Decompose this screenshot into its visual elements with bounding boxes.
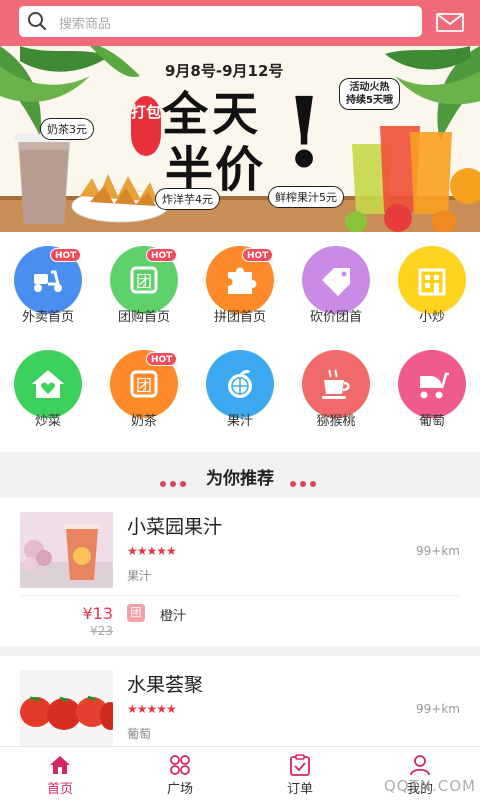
category-label: 砍价团首 — [309, 310, 362, 325]
app-screen: 搜索商品 9月8号-9月12号 全天 半价 ! 打包 活动火热 持续5天哦 奶茶… — [0, 0, 480, 800]
category-label: 奶茶 — [130, 414, 157, 429]
shop-card[interactable]: 小菜园果汁 ★★★★★ 99+km 果汁 ¥13 ¥23 团 橙汁 — [0, 498, 480, 646]
deal-price: ¥13 — [82, 604, 113, 623]
puzzle-icon — [228, 267, 257, 294]
hot-badge: HOT — [242, 248, 274, 262]
tab-orders[interactable]: 订单 — [240, 747, 360, 800]
category-label: 炒菜 — [34, 414, 61, 429]
milk-tea-price-bubble: 奶茶3元 — [40, 118, 94, 140]
cat-circle — [302, 350, 370, 418]
shop-image[interactable] — [20, 512, 113, 588]
category-label: 团购首页 — [117, 310, 170, 325]
svg-text:团: 团 — [136, 376, 152, 395]
mail-icon[interactable] — [436, 13, 464, 32]
svg-text:团: 团 — [136, 272, 152, 291]
hot-badge: HOT — [50, 248, 82, 262]
top-bar: 搜索商品 — [0, 0, 480, 46]
cat-circle — [206, 350, 274, 418]
stroller-icon — [420, 372, 449, 399]
banner-promo-bubble: 活动火热 持续5天哦 — [339, 78, 400, 110]
hot-badge: HOT — [146, 248, 178, 262]
category-grape[interactable]: 葡萄 — [384, 336, 480, 436]
orange-icon — [228, 370, 252, 398]
teacup-icon — [322, 369, 350, 399]
tab-home[interactable]: 首页 — [0, 747, 120, 800]
group-buy-badge: 团 — [127, 604, 145, 622]
building-icon — [418, 268, 446, 296]
group-buy-icon: 团 — [130, 266, 158, 294]
distance: 99+km — [416, 544, 460, 558]
category-label: 外卖首页 — [21, 310, 74, 325]
recommend-section-header: 为你推荐 — [0, 452, 480, 498]
search-icon — [28, 12, 47, 31]
rating-stars: ★★★★★ — [127, 544, 177, 558]
divider — [20, 595, 460, 596]
category-label: 拼团首页 — [213, 310, 266, 325]
tab-square[interactable]: 广场 — [120, 747, 240, 800]
category-stir-fry-small[interactable]: 小炒 — [384, 232, 480, 332]
category-stir-fry[interactable]: 炒菜 — [0, 336, 96, 436]
banner-promo-2: 持续5天哦 — [346, 95, 393, 106]
house-heart-icon — [32, 370, 64, 398]
shop-name[interactable]: 水果荟聚 — [127, 670, 203, 697]
banner-exclaim: ! — [283, 76, 326, 189]
cat-circle — [302, 246, 370, 314]
category-label: 猕猴桃 — [316, 414, 356, 429]
search-bar[interactable]: 搜索商品 — [19, 6, 422, 37]
category-group-buy[interactable]: 团 HOT 团购首页 — [96, 232, 192, 332]
category-grid: HOT 外卖首页 团 HOT 团购首页 HOT 拼团首页 砍价团首 小炒 炒菜 … — [0, 232, 480, 452]
shop-name[interactable]: 小菜园果汁 — [127, 512, 222, 539]
hot-badge: HOT — [146, 352, 178, 366]
category-milk-tea[interactable]: 团 HOT 奶茶 — [96, 336, 192, 436]
group-buy-icon: 团 — [130, 370, 158, 398]
category-bargain[interactable]: 砍价团首 — [288, 232, 384, 332]
order-icon — [290, 754, 310, 776]
shop-category: 葡萄 — [127, 727, 152, 741]
category-label: 果汁 — [226, 414, 253, 429]
section-title: 为你推荐 — [206, 469, 274, 489]
taro-price-bubble: 炸洋芋4元 — [155, 188, 220, 210]
tab-label: 首页 — [46, 782, 73, 797]
cat-circle — [14, 350, 82, 418]
category-group-deal[interactable]: HOT 拼团首页 — [192, 232, 288, 332]
banner-pack-tag: 打包 — [131, 96, 161, 156]
watermark: QQTN.COM — [384, 777, 476, 795]
deal-name[interactable]: 橙汁 — [160, 605, 186, 624]
cat-circle — [398, 246, 466, 314]
user-icon — [410, 755, 430, 776]
cat-circle — [398, 350, 466, 418]
category-juice[interactable]: 果汁 — [192, 336, 288, 436]
distance: 99+km — [416, 702, 460, 716]
tab-label: 广场 — [166, 782, 193, 797]
category-kiwi[interactable]: 猕猴桃 — [288, 336, 384, 436]
search-placeholder[interactable]: 搜索商品 — [59, 13, 111, 32]
tab-label: 订单 — [286, 782, 313, 797]
category-label: 小炒 — [418, 310, 445, 325]
home-icon — [50, 756, 70, 774]
tag-icon — [322, 268, 350, 296]
decor-dots-right — [290, 472, 320, 491]
category-label: 葡萄 — [418, 414, 445, 429]
promo-banner[interactable]: 9月8号-9月12号 全天 半价 ! 打包 活动火热 持续5天哦 奶茶3元 炸洋… — [0, 46, 480, 232]
shop-image[interactable] — [20, 670, 113, 746]
banner-promo-1: 活动火热 — [349, 82, 390, 93]
rating-stars: ★★★★★ — [127, 702, 177, 716]
scooter-icon — [34, 270, 62, 292]
grid-icon — [170, 755, 190, 775]
shop-category: 果汁 — [127, 569, 152, 583]
category-takeout[interactable]: HOT 外卖首页 — [0, 232, 96, 332]
juice-price-bubble: 鲜榨果汁5元 — [268, 186, 344, 208]
shop-card[interactable]: 水果荟聚 ★★★★★ 99+km 葡萄 — [0, 656, 480, 756]
original-price: ¥23 — [90, 624, 113, 638]
